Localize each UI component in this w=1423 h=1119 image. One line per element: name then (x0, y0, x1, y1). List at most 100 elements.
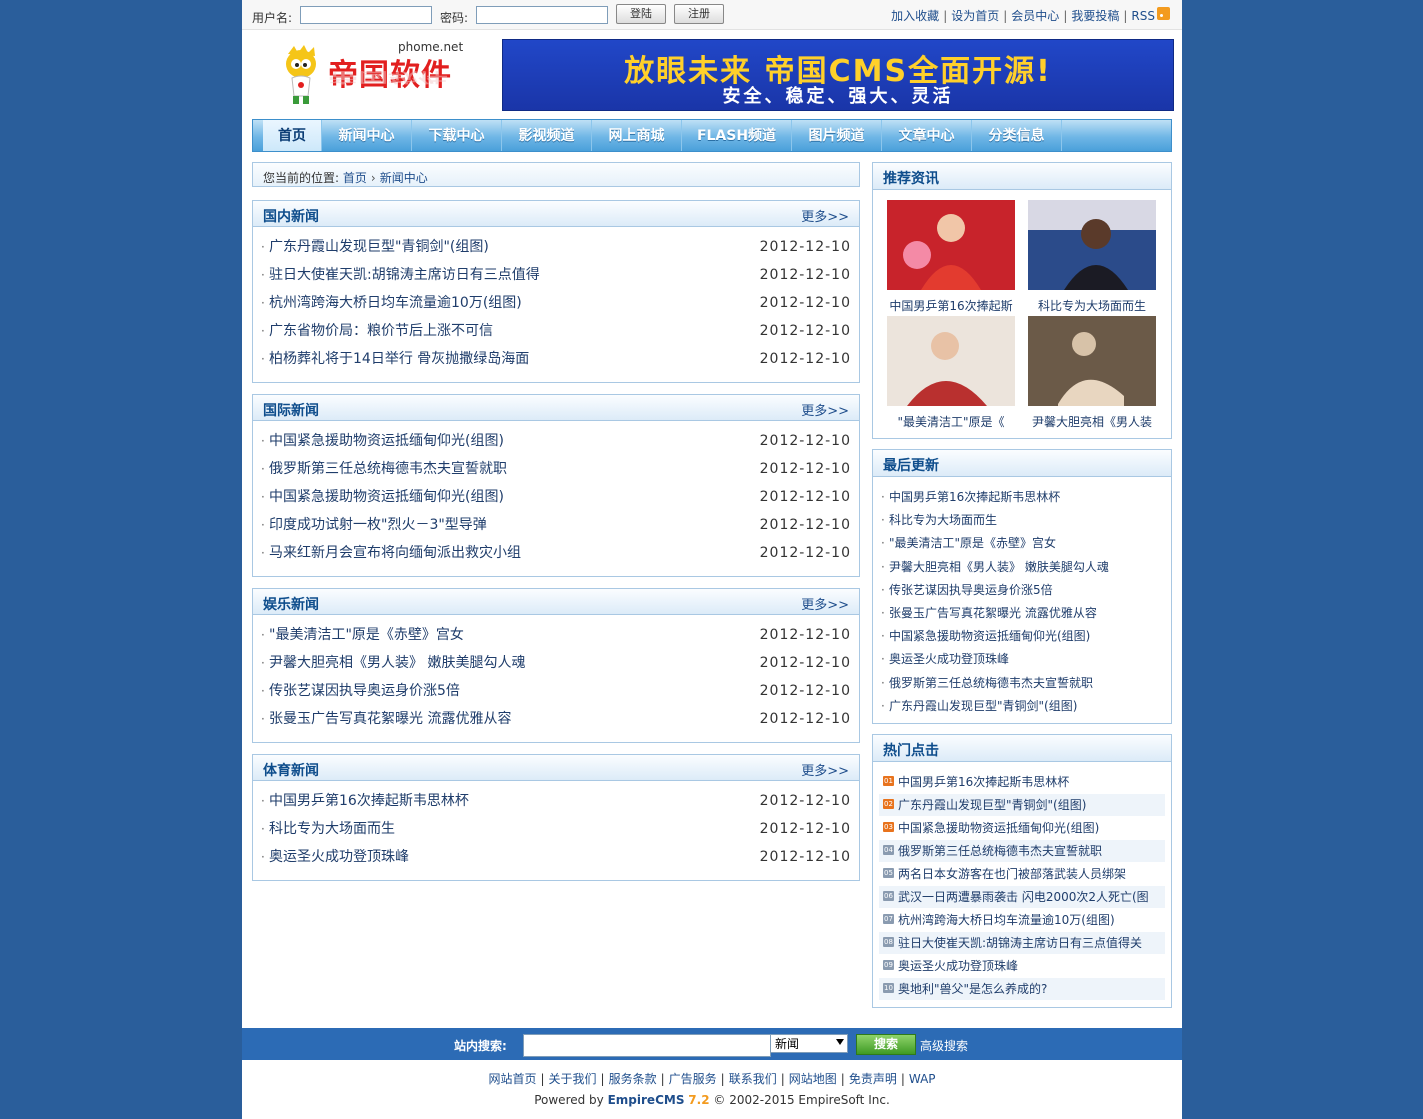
breadcrumb-news-link[interactable]: 新闻中心 (380, 171, 428, 185)
news-link[interactable]: 驻日大使崔天凯:胡锦涛主席访日有三点值得 (269, 261, 540, 289)
news-link[interactable]: 中国男乒第16次捧起斯韦思林杯 (269, 787, 469, 815)
latest-link[interactable]: 奥运圣火成功登顶珠峰 (889, 648, 1009, 671)
footer-link[interactable]: 关于我们 (549, 1072, 597, 1086)
bullet-icon: · (261, 518, 265, 532)
bullet-icon: · (261, 712, 265, 726)
news-link[interactable]: 印度成功试射一枚"烈火－3"型导弹 (269, 511, 487, 539)
list-item: · 广东丹霞山发现巨型"青铜剑"(组图) (873, 695, 1171, 718)
hot-link[interactable]: 中国男乒第16次捧起斯韦思林杯 (898, 771, 1069, 793)
news-link[interactable]: 广东丹霞山发现巨型"青铜剑"(组图) (269, 233, 489, 261)
rss-link[interactable]: RSS (1131, 9, 1155, 23)
hot-link[interactable]: 奥地利"兽父"是怎么养成的? (898, 978, 1047, 1000)
news-date: 2012-12-10 (759, 545, 851, 561)
photo-caption[interactable]: "最美清洁工"原是《 (881, 413, 1021, 430)
submit-article-link[interactable]: 我要投稿 (1071, 9, 1119, 23)
nav-item-photo[interactable]: 图片频道 (792, 120, 882, 151)
news-link[interactable]: 广东省物价局：粮价节后上涨不可信 (269, 317, 493, 345)
footer-link[interactable]: WAP (909, 1072, 936, 1086)
more-link[interactable]: 更多>> (801, 594, 849, 613)
nav-item-shop[interactable]: 网上商城 (592, 120, 682, 151)
latest-link[interactable]: 传张艺谋因执导奥运身价涨5倍 (889, 579, 1053, 602)
hot-link[interactable]: 中国紧急援助物资运抵缅甸仰光(组图) (898, 817, 1099, 839)
footer-link[interactable]: 广告服务 (669, 1072, 717, 1086)
latest-link[interactable]: 科比专为大场面而生 (889, 509, 997, 532)
divider: | (1123, 9, 1128, 23)
news-link[interactable]: 杭州湾跨海大桥日均车流量逾10万(组图) (269, 289, 522, 317)
member-center-link[interactable]: 会员中心 (1011, 9, 1059, 23)
latest-link[interactable]: 尹馨大胆亮相《男人装》 嫩肤美腿勾人魂 (889, 556, 1109, 579)
footer-link[interactable]: 网站地图 (789, 1072, 837, 1086)
news-link[interactable]: 尹馨大胆亮相《男人装》 嫩肤美腿勾人魂 (269, 649, 525, 677)
thumbnail-image[interactable] (887, 316, 1015, 406)
hot-link[interactable]: 驻日大使崔天凯:胡锦涛主席访日有三点值得关 (898, 932, 1142, 954)
main-nav: 首页 新闻中心 下载中心 影视频道 网上商城 FLASH频道 图片频道 文章中心… (252, 119, 1172, 152)
nav-item-classified[interactable]: 分类信息 (972, 120, 1062, 151)
bullet-icon: · (881, 698, 885, 713)
hot-link[interactable]: 杭州湾跨海大桥日均车流量逾10万(组图) (898, 909, 1115, 931)
nav-item-news[interactable]: 新闻中心 (322, 120, 412, 151)
hot-link[interactable]: 俄罗斯第三任总统梅德韦杰夫宣誓就职 (898, 840, 1102, 862)
hot-link[interactable]: 两名日本女游客在也门被部落武装人员绑架 (898, 863, 1126, 885)
thumbnail-image[interactable] (1028, 200, 1156, 290)
section-entertainment-news: 娱乐新闻 更多>> · "最美清洁工"原是《赤壁》宫女 2012-12-10 · 尹馨… (252, 588, 860, 743)
photo-card[interactable]: 中国男乒第16次捧起斯 (887, 200, 1015, 314)
news-link[interactable]: 奥运圣火成功登顶珠峰 (269, 843, 409, 871)
news-link[interactable]: 马来红新月会宣布将向缅甸派出救灾小组 (269, 539, 521, 567)
hot-item: 07 杭州湾跨海大桥日均车流量逾10万(组图) (879, 909, 1165, 931)
footer-link[interactable]: 免责声明 (849, 1072, 897, 1086)
list-item: · 中国紧急援助物资运抵缅甸仰光(组图) 2012-12-10 (253, 483, 859, 511)
news-link[interactable]: 科比专为大场面而生 (269, 815, 395, 843)
username-input[interactable] (300, 6, 432, 24)
login-button[interactable]: 登陆 (616, 4, 666, 24)
search-button[interactable]: 搜索 (856, 1034, 916, 1055)
latest-link[interactable]: 广东丹霞山发现巨型"青铜剑"(组图) (889, 695, 1077, 718)
set-homepage-link[interactable]: 设为首页 (951, 9, 999, 23)
latest-link[interactable]: 张曼玉广告写真花絮曝光 流露优雅从容 (889, 602, 1097, 625)
search-category-select[interactable]: 新闻 (770, 1034, 848, 1053)
advanced-search-link[interactable]: 高级搜索 (920, 1037, 968, 1054)
photo-caption[interactable]: 中国男乒第16次捧起斯 (881, 297, 1021, 314)
latest-link[interactable]: 中国男乒第16次捧起斯韦思林杯 (889, 486, 1060, 509)
divider: | (600, 1072, 605, 1086)
promo-banner[interactable]: 放眼未来 帝国CMS全面开源! 安全、稳定、强大、灵活 (502, 39, 1174, 111)
latest-link[interactable]: 俄罗斯第三任总统梅德韦杰夫宣誓就职 (889, 672, 1093, 695)
rss-icon[interactable] (1157, 7, 1170, 20)
footer-link[interactable]: 联系我们 (729, 1072, 777, 1086)
register-button[interactable]: 注册 (674, 4, 724, 24)
more-link[interactable]: 更多>> (801, 760, 849, 779)
photo-caption[interactable]: 尹馨大胆亮相《男人装 (1022, 413, 1162, 430)
more-link[interactable]: 更多>> (801, 400, 849, 419)
nav-item-article[interactable]: 文章中心 (882, 120, 972, 151)
photo-card[interactable]: 科比专为大场面而生 (1028, 200, 1156, 314)
search-input[interactable] (523, 1034, 771, 1057)
thumbnail-image[interactable] (887, 200, 1015, 290)
nav-item-movie[interactable]: 影视频道 (502, 120, 592, 151)
breadcrumb-home-link[interactable]: 首页 (343, 171, 367, 185)
latest-link[interactable]: 中国紧急援助物资运抵缅甸仰光(组图) (889, 625, 1090, 648)
news-link[interactable]: 柏杨葬礼将于14日举行 骨灰抛撒绿岛海面 (269, 345, 529, 373)
thumbnail-image[interactable] (1028, 316, 1156, 406)
news-link[interactable]: 中国紧急援助物资运抵缅甸仰光(组图) (269, 427, 504, 455)
footer-link[interactable]: 网站首页 (488, 1072, 536, 1086)
site-logo[interactable]: phome.net 帝国软件 帝国软件 (278, 40, 478, 112)
nav-item-flash[interactable]: FLASH频道 (682, 120, 792, 151)
empirecms-link[interactable]: EmpireCMS (608, 1093, 685, 1107)
news-link[interactable]: 中国紧急援助物资运抵缅甸仰光(组图) (269, 483, 504, 511)
news-link[interactable]: "最美清洁工"原是《赤壁》宫女 (269, 621, 464, 649)
add-favorite-link[interactable]: 加入收藏 (891, 9, 939, 23)
more-link[interactable]: 更多>> (801, 206, 849, 225)
footer-link[interactable]: 服务条款 (609, 1072, 657, 1086)
hot-link[interactable]: 广东丹霞山发现巨型"青铜剑"(组图) (898, 794, 1086, 816)
news-link[interactable]: 张曼玉广告写真花絮曝光 流露优雅从容 (269, 705, 511, 733)
nav-item-download[interactable]: 下载中心 (412, 120, 502, 151)
latest-link[interactable]: "最美清洁工"原是《赤壁》宫女 (889, 532, 1056, 555)
news-link[interactable]: 传张艺谋因执导奥运身价涨5倍 (269, 677, 460, 705)
password-input[interactable] (476, 6, 608, 24)
photo-card[interactable]: 尹馨大胆亮相《男人装 (1028, 316, 1156, 430)
hot-link[interactable]: 武汉一日两遭暴雨袭击 闪电2000次2人死亡(图 (898, 886, 1149, 908)
photo-card[interactable]: "最美清洁工"原是《 (887, 316, 1015, 430)
hot-link[interactable]: 奥运圣火成功登顶珠峰 (898, 955, 1018, 977)
photo-caption[interactable]: 科比专为大场面而生 (1022, 297, 1162, 314)
nav-item-home[interactable]: 首页 (263, 120, 322, 151)
news-link[interactable]: 俄罗斯第三任总统梅德韦杰夫宣誓就职 (269, 455, 507, 483)
